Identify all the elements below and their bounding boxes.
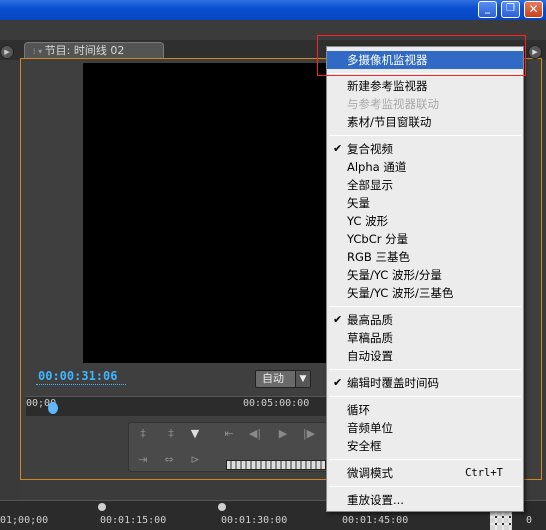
trim-icon[interactable]: ⊳ [186, 452, 204, 468]
step-back-icon[interactable]: ◀| [246, 426, 264, 442]
menu-item-vectorscope[interactable]: 矢量 [327, 194, 523, 212]
timeline-tick-knob [98, 503, 106, 511]
menu-item-label: 新建参考监视器 [347, 79, 428, 93]
menu-item-label: YC 波形 [347, 214, 389, 228]
go-to-in-icon[interactable]: ⇤ [220, 426, 238, 442]
menu-item-label: 与参考监视器联动 [347, 97, 439, 111]
menu-item-label: 矢量/YC 波形/分量 [347, 268, 442, 282]
maximize-button[interactable]: ❐ [501, 1, 520, 18]
menu-item-shortcut: Ctrl+T [465, 467, 503, 479]
menu-item-playback-settings[interactable]: 重放设置... [327, 491, 523, 509]
menu-separator [329, 135, 521, 136]
timeline-label: 0 [526, 515, 533, 526]
step-forward-icon[interactable]: |▶ [300, 426, 318, 442]
menu-item-safe-margins[interactable]: 安全框 [327, 437, 523, 455]
menu-item-vect-yc-ycbcr[interactable]: 矢量/YC 波形/分量 [327, 266, 523, 284]
timeline-label: 01;00;00 [0, 515, 49, 526]
timeline-tick-knob [218, 503, 226, 511]
program-monitor-tab[interactable]: ⁞ ▾ 节目: 时间线 02 [24, 42, 164, 59]
menu-item-label: 自动设置 [347, 349, 393, 363]
annotation-highlight-box [317, 35, 526, 76]
menu-item-label: 素材/节目窗联动 [347, 115, 432, 129]
menu-item-highest-quality[interactable]: ✔ 最高品质 [327, 311, 523, 329]
mark-out-icon[interactable]: ‡ [162, 426, 180, 442]
menu-item-timecode-overlay[interactable]: ✔ 编辑时覆盖时间码 [327, 374, 523, 392]
menu-item-gang-source-program[interactable]: 素材/节目窗联动 [327, 113, 523, 131]
chevron-down-icon: ▼ [295, 371, 310, 387]
lift-icon[interactable]: ⇥ [134, 452, 152, 468]
menu-item-label: Alpha 通道 [347, 160, 407, 174]
left-panel-menu-icon[interactable]: ▶ [0, 45, 14, 59]
timeline-label: 00:01:15:00 [100, 515, 167, 526]
menu-item-label: 矢量 [347, 196, 370, 210]
menu-separator [329, 486, 521, 487]
menu-item-label: 最高品质 [347, 313, 393, 327]
panel-menu-icon[interactable]: ▶ [528, 45, 542, 59]
menu-item-rgb-parade[interactable]: RGB 三基色 [327, 248, 523, 266]
menu-item-automatic-quality[interactable]: 自动设置 [327, 347, 523, 365]
menu-item-label: 草稿品质 [347, 331, 393, 345]
menu-item-all-scopes[interactable]: 全部显示 [327, 176, 523, 194]
menu-item-trim-mode[interactable]: 微调模式 Ctrl+T [327, 464, 523, 482]
minimize-button[interactable]: _ [478, 1, 497, 18]
tab-title: 节目: 时间线 02 [44, 44, 125, 57]
mark-in-icon[interactable]: ‡ [134, 426, 152, 442]
video-preview [83, 63, 328, 363]
window-titlebar: _ ❐ ✕ [0, 0, 546, 20]
menu-item-label: 安全框 [347, 439, 382, 453]
menu-item-new-reference-monitor[interactable]: 新建参考监视器 [327, 77, 523, 95]
menu-item-label: 重放设置... [347, 493, 404, 507]
ruler-label-5min: 00:05:00:00 [243, 398, 310, 409]
menu-separator [329, 306, 521, 307]
play-icon[interactable]: ▶ [274, 426, 292, 442]
panel-context-menu: 多摄像机监视器 新建参考监视器 与参考监视器联动 素材/节目窗联动 ✔ 复合视频 … [326, 46, 524, 512]
menu-item-label: 音频单位 [347, 421, 393, 435]
jog-shuttle[interactable] [226, 460, 326, 470]
menu-item-label: RGB 三基色 [347, 250, 410, 264]
menu-item-label: 矢量/YC 波形/三基色 [347, 286, 454, 300]
current-timecode[interactable]: 00:00:31:06 [38, 369, 117, 383]
timecode-underline [36, 384, 126, 385]
menu-item-draft-quality[interactable]: 草稿品质 [327, 329, 523, 347]
menu-item-vect-yc-rgb[interactable]: 矢量/YC 波形/三基色 [327, 284, 523, 302]
timeline-label: 00:01:30:00 [221, 515, 288, 526]
menu-item-label: 循环 [347, 403, 370, 417]
grid-icon[interactable] [490, 512, 512, 530]
check-icon: ✔ [333, 313, 343, 326]
close-button[interactable]: ✕ [524, 1, 543, 18]
tab-grip-icon: ⁞ ▾ [33, 47, 45, 56]
menu-item-composite-video[interactable]: ✔ 复合视频 [327, 140, 523, 158]
menu-item-label: 全部显示 [347, 178, 393, 192]
menu-item-gang-reference[interactable]: 与参考监视器联动 [327, 95, 523, 113]
menu-item-yc-waveform[interactable]: YC 波形 [327, 212, 523, 230]
set-marker-icon[interactable]: ▼ [186, 426, 204, 442]
extract-icon[interactable]: ⇔ [160, 452, 178, 468]
menu-separator [329, 396, 521, 397]
menu-item-audio-units[interactable]: 音频单位 [327, 419, 523, 437]
fit-dropdown[interactable]: 自动 ▼ [255, 370, 311, 388]
menu-item-label: 编辑时覆盖时间码 [347, 376, 439, 390]
menu-separator [329, 369, 521, 370]
playhead-marker[interactable] [48, 402, 58, 414]
check-icon: ✔ [333, 142, 343, 155]
fit-dropdown-value: 自动 [262, 372, 284, 385]
menu-item-ycbcr-parade[interactable]: YCbCr 分量 [327, 230, 523, 248]
check-icon: ✔ [333, 376, 343, 389]
menu-separator [329, 459, 521, 460]
menu-item-loop[interactable]: 循环 [327, 401, 523, 419]
menu-item-label: 复合视频 [347, 142, 393, 156]
menu-item-label: 微调模式 [347, 466, 393, 480]
timeline-label: 00:01:45:00 [342, 515, 409, 526]
menu-item-alpha[interactable]: Alpha 通道 [327, 158, 523, 176]
menu-item-label: YCbCr 分量 [347, 232, 409, 246]
left-panel-edge [0, 60, 20, 500]
